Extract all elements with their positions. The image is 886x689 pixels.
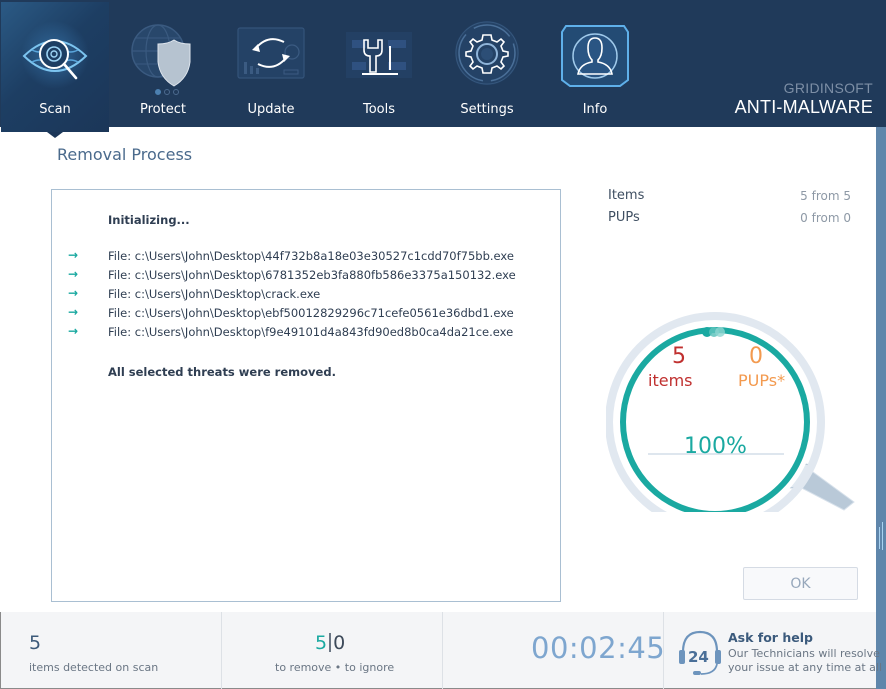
- grip-icon: [879, 522, 883, 550]
- tab-settings-label: Settings: [460, 102, 514, 117]
- carousel-dot[interactable]: [173, 89, 179, 95]
- gauge-items-count: 5: [672, 344, 686, 369]
- arrow-right-icon: →: [68, 248, 79, 262]
- log-entry: → File: c:\Users\John\Desktop\crack.exe: [52, 286, 560, 305]
- stat-pups-label: PUPs: [608, 210, 640, 225]
- gear-icon: [452, 18, 522, 88]
- tab-settings[interactable]: Settings: [433, 0, 541, 127]
- brand-logo: GRIDINSOFT ANTI-MALWARE: [735, 80, 873, 118]
- wrench-screwdriver-icon: [344, 18, 414, 88]
- tab-protect-label: Protect: [140, 102, 186, 117]
- status-footer: 5 items detected on scan 50 to remove • …: [0, 612, 882, 689]
- log-entry: → File: c:\Users\John\Desktop\6781352eb3…: [52, 267, 560, 286]
- brand-company: GRIDINSOFT: [783, 80, 873, 96]
- elapsed-timer: 00:02:45: [531, 631, 666, 665]
- user-profile-icon: [560, 18, 630, 88]
- help-title[interactable]: Ask for help: [728, 630, 813, 645]
- remove-ignore-label: to remove • to ignore: [275, 661, 395, 674]
- log-heading: Initializing...: [108, 213, 190, 227]
- arrow-right-icon: →: [68, 324, 79, 338]
- top-navigation-bar: Scan Protect Update Tools Settings Info …: [0, 0, 886, 138]
- support-headset-icon[interactable]: 24: [677, 626, 723, 678]
- stat-items: Items 5 from 5: [608, 188, 851, 210]
- ignore-count: 0: [333, 632, 346, 654]
- log-entry-text: File: c:\Users\John\Desktop\6781352eb3fa…: [108, 268, 516, 282]
- log-entry-text: File: c:\Users\John\Desktop\crack.exe: [108, 287, 321, 301]
- detected-label: items detected on scan: [29, 661, 159, 674]
- tab-update-label: Update: [247, 102, 295, 117]
- log-result: All selected threats were removed.: [108, 365, 336, 379]
- carousel-dot[interactable]: [164, 89, 170, 95]
- stat-pups-value: 0 from 0: [800, 211, 851, 225]
- carousel-dot[interactable]: [155, 89, 161, 95]
- log-entry: → File: c:\Users\John\Desktop\ebf5001282…: [52, 305, 560, 324]
- log-entry: → File: c:\Users\John\Desktop\f9e49101d4…: [52, 324, 560, 343]
- log-entry-text: File: c:\Users\John\Desktop\f9e49101d4a8…: [108, 325, 514, 339]
- help-line: Our Technicians will resolve: [728, 647, 880, 660]
- globe-shield-icon: [128, 18, 198, 88]
- gauge-items-label: items: [648, 371, 693, 390]
- tab-protect[interactable]: Protect: [109, 0, 217, 127]
- sync-arrows-icon: [236, 18, 306, 88]
- arrow-right-icon: →: [68, 286, 79, 300]
- brand-product: ANTI-MALWARE: [734, 97, 873, 117]
- ok-button[interactable]: OK: [743, 567, 858, 600]
- removal-stats: Items 5 from 5 PUPs 0 from 0: [608, 188, 851, 232]
- progress-magnifier-gauge: 5 items 0 PUPs* 100%: [606, 312, 866, 512]
- carousel-dots: [155, 89, 179, 95]
- help-line: your issue at any time at all: [728, 661, 883, 674]
- log-entry-text: File: c:\Users\John\Desktop\44f732b8a18e…: [108, 249, 514, 263]
- tab-tools[interactable]: Tools: [325, 0, 433, 127]
- tab-scan-label: Scan: [39, 102, 71, 117]
- log-entry: → File: c:\Users\John\Desktop\44f732b8a1…: [52, 248, 560, 267]
- tab-tools-label: Tools: [362, 102, 396, 117]
- footer-divider: [221, 612, 222, 689]
- count-separator: [329, 633, 332, 652]
- gauge-pups-label: PUPs*: [738, 371, 786, 390]
- arrow-right-icon: →: [68, 305, 79, 319]
- arrow-right-icon: →: [68, 267, 79, 281]
- removal-log-panel: Initializing... → File: c:\Users\John\De…: [51, 189, 561, 602]
- eye-magnifier-icon: [20, 20, 90, 90]
- stat-pups: PUPs 0 from 0: [608, 210, 851, 232]
- help-description: Our Technicians will resolve your issue …: [728, 647, 882, 675]
- tab-update[interactable]: Update: [217, 0, 325, 127]
- stat-items-value: 5 from 5: [800, 189, 851, 203]
- remove-ignore-counts: 50: [315, 632, 345, 654]
- side-panel-handle[interactable]: [876, 127, 886, 689]
- gauge-percent: 100%: [684, 434, 747, 459]
- detected-count: 5: [29, 632, 42, 654]
- log-list: → File: c:\Users\John\Desktop\44f732b8a1…: [52, 248, 560, 343]
- gauge-pups-count: 0: [749, 344, 763, 369]
- log-entry-text: File: c:\Users\John\Desktop\ebf500128292…: [108, 306, 514, 320]
- loading-dot: [715, 327, 725, 337]
- support-badge: 24: [688, 648, 709, 666]
- tab-scan[interactable]: Scan: [1, 2, 109, 138]
- tab-info[interactable]: Info: [541, 0, 649, 127]
- remove-count: 5: [315, 632, 328, 654]
- stat-items-label: Items: [608, 188, 645, 203]
- footer-divider: [442, 612, 443, 689]
- page-title: Removal Process: [57, 145, 193, 164]
- tab-info-label: Info: [582, 102, 608, 117]
